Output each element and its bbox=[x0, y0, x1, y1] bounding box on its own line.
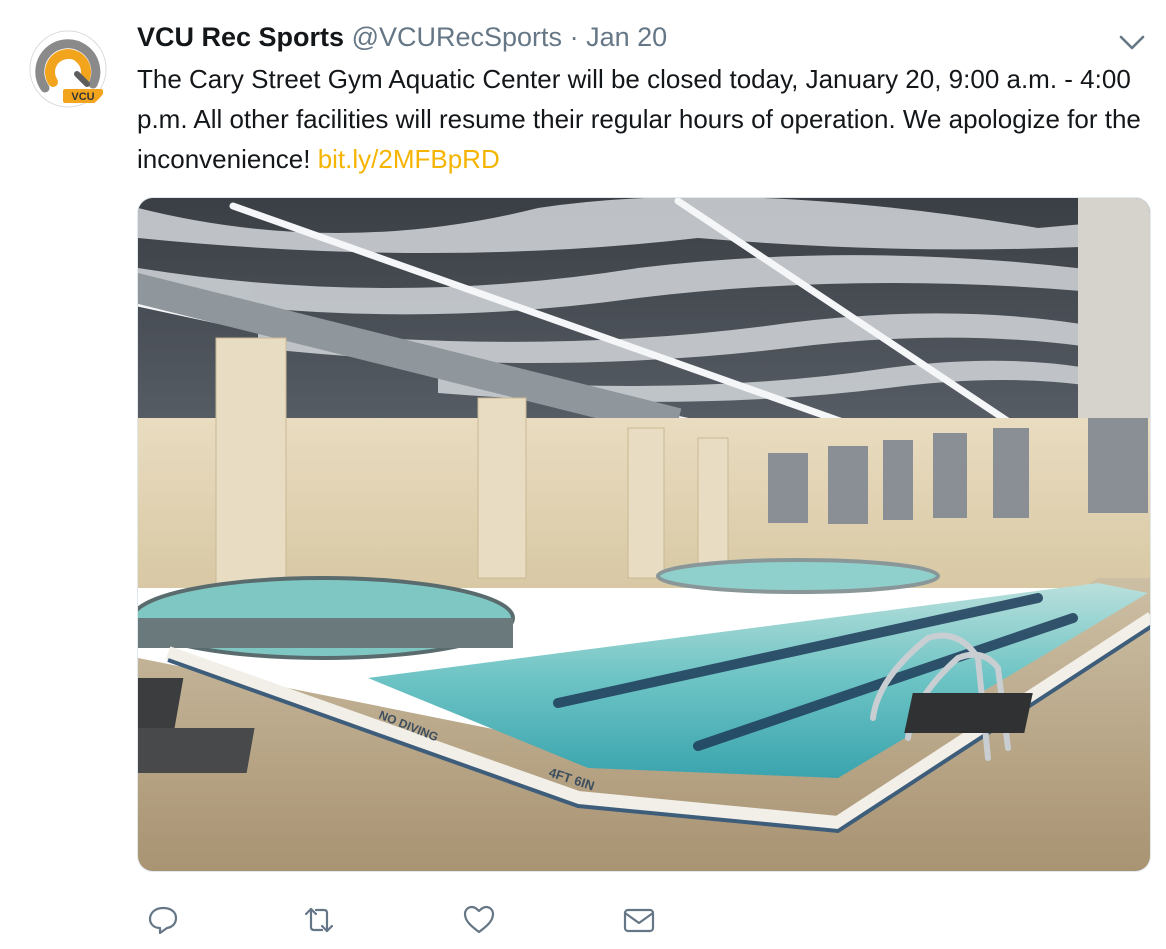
direct-message-icon bbox=[623, 908, 655, 933]
avatar[interactable]: VCU bbox=[25, 26, 111, 112]
like-icon bbox=[463, 905, 495, 934]
reply-button[interactable] bbox=[146, 903, 180, 937]
retweet-button[interactable] bbox=[302, 903, 336, 937]
direct-message-button[interactable] bbox=[622, 903, 656, 937]
display-name[interactable]: VCU Rec Sports bbox=[137, 22, 344, 52]
vcu-rec-sports-logo-icon: VCU bbox=[25, 26, 111, 112]
tweet-header: VCU Rec Sports @VCURecSports · Jan 20 bbox=[137, 20, 667, 54]
tweet-media[interactable]: 4FT 6IN NO DIVING bbox=[137, 197, 1151, 872]
user-handle[interactable]: @VCURecSports bbox=[352, 22, 562, 52]
tweet-body: The Cary Street Gym Aquatic Center will … bbox=[137, 64, 1141, 174]
chevron-down-icon bbox=[1119, 35, 1145, 50]
tweet-date[interactable]: Jan 20 bbox=[586, 22, 667, 52]
tweet-link[interactable]: bit.ly/2MFBpRD bbox=[318, 144, 500, 174]
tweet-text: The Cary Street Gym Aquatic Center will … bbox=[137, 59, 1147, 179]
retweet-icon bbox=[304, 907, 334, 933]
aquatic-center-photo: 4FT 6IN NO DIVING bbox=[138, 198, 1150, 871]
reply-icon bbox=[148, 906, 178, 935]
svg-text:VCU: VCU bbox=[71, 91, 94, 103]
like-button[interactable] bbox=[462, 903, 496, 937]
separator-dot: · bbox=[569, 22, 579, 52]
tweet-menu-button[interactable] bbox=[1116, 28, 1148, 56]
